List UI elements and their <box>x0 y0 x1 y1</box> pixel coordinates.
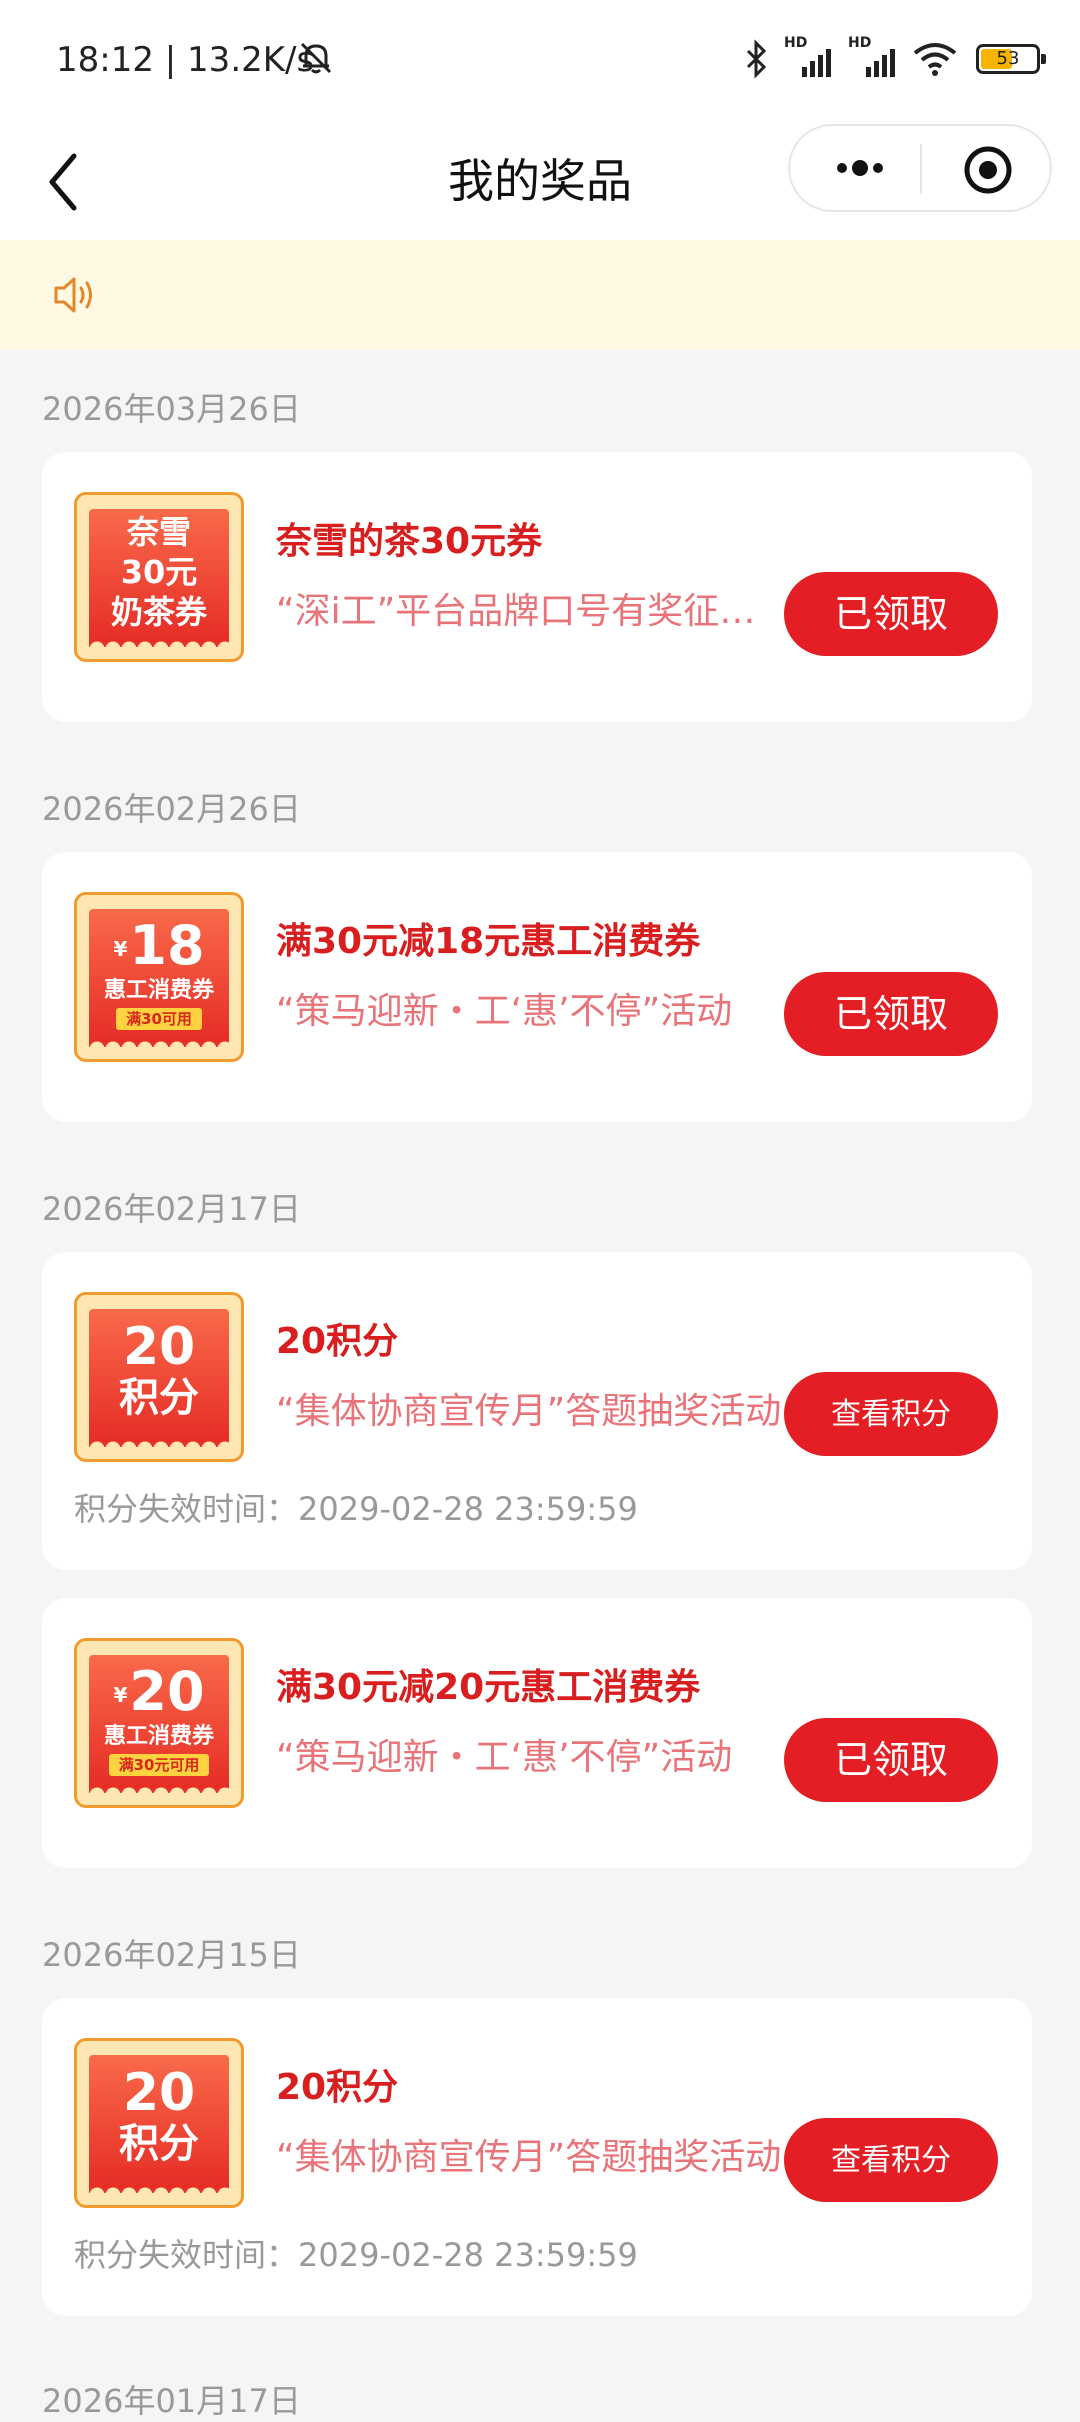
coupon-condition-tag: 满30元可用 <box>108 1754 210 1777</box>
points-amount: 20 <box>122 2063 196 2123</box>
view-points-button[interactable]: 查看积分 <box>784 2118 998 2202</box>
coupon-line-1: 奈雪 <box>126 513 191 551</box>
speaker-icon <box>54 277 92 313</box>
date-label: 2026年01月17日 <box>42 2382 301 2420</box>
prize-thumbnail: 20 积分 <box>74 1292 244 1462</box>
claimed-button[interactable]: 已领取 <box>784 1718 998 1802</box>
coupon-line-2: 30元 <box>120 553 198 591</box>
coupon-graphic: ¥18 惠工消费券 满30可用 <box>89 909 229 1047</box>
points-label: 积分 <box>119 2121 199 2167</box>
points-expire-time: 积分失效时间：2029-02-28 23:59:59 <box>74 2236 638 2274</box>
signal-icon-1: HD <box>784 35 834 77</box>
bluetooth-icon <box>746 39 767 79</box>
prize-card[interactable]: ¥18 惠工消费券 满30可用 满30元减18元惠工消费券 “策马迎新・工‘惠’… <box>42 852 1032 1122</box>
hd-label-1: HD <box>784 35 808 51</box>
view-points-button[interactable]: 查看积分 <box>784 1372 998 1456</box>
prize-description: “集体协商宣传月”答题抽奖活动 <box>276 1391 782 1432</box>
date-label: 2026年03月26日 <box>42 390 301 428</box>
date-label: 2026年02月17日 <box>42 1190 301 1228</box>
prize-name: 20积分 <box>276 2067 399 2108</box>
coupon-label: 惠工消费券 <box>103 1724 214 1750</box>
bell-off-icon <box>300 42 332 74</box>
points-label: 积分 <box>119 1375 199 1421</box>
date-label: 2026年02月15日 <box>42 1936 301 1974</box>
coupon-amount: 20 <box>129 1660 205 1723</box>
prize-thumbnail: ¥18 惠工消费券 满30可用 <box>74 892 244 1062</box>
claimed-button[interactable]: 已领取 <box>784 972 998 1056</box>
capsule-divider <box>920 144 922 194</box>
coupon-graphic: ¥20 惠工消费券 满30元可用 <box>89 1655 229 1793</box>
coupon-label: 惠工消费券 <box>103 978 214 1004</box>
prize-card[interactable]: 20 积分 20积分 “集体协商宣传月”答题抽奖活动 查看积分 积分失效时间：2… <box>42 1998 1032 2316</box>
coupon-condition-tag: 满30可用 <box>116 1008 202 1031</box>
coupon-line-3: 奶茶券 <box>110 593 207 631</box>
prize-name: 奈雪的茶30元券 <box>276 521 543 562</box>
prize-card[interactable]: 奈雪 30元 奶茶券 奈雪的茶30元券 “深i工”平台品牌口号有奖征集活动 已领… <box>42 452 1032 722</box>
signal-icon-2: HD <box>848 35 898 77</box>
more-dots-icon[interactable] <box>830 148 890 188</box>
points-expire-time: 积分失效时间：2029-02-28 23:59:59 <box>74 1490 638 1528</box>
status-bar: 18:12 | 13.2K/s HD HD 53 <box>0 0 1080 124</box>
hd-label-2: HD <box>848 35 872 51</box>
date-label: 2026年02月26日 <box>42 790 301 828</box>
points-graphic: 20 积分 <box>89 2055 229 2193</box>
prize-name: 满30元减18元惠工消费券 <box>276 921 701 962</box>
prize-thumbnail: ¥20 惠工消费券 满30元可用 <box>74 1638 244 1808</box>
prize-description: “策马迎新・工‘惠’不停”活动 <box>276 1737 733 1778</box>
prize-card[interactable]: 20 积分 20积分 “集体协商宣传月”答题抽奖活动 查看积分 积分失效时间：2… <box>42 1252 1032 1570</box>
prize-thumbnail: 奈雪 30元 奶茶券 <box>74 492 244 662</box>
prize-description: “策马迎新・工‘惠’不停”活动 <box>276 991 733 1032</box>
prize-name: 满30元减20元惠工消费券 <box>276 1667 701 1708</box>
points-amount: 20 <box>122 1317 196 1377</box>
wifi-icon <box>913 43 957 76</box>
nav-bar: 我的奖品 <box>0 124 1080 240</box>
prize-name: 20积分 <box>276 1321 399 1362</box>
battery-icon: 53 <box>976 44 1046 74</box>
prize-description: “深i工”平台品牌口号有奖征集活动 <box>276 591 786 632</box>
prize-description: “集体协商宣传月”答题抽奖活动 <box>276 2137 782 2178</box>
coupon-graphic: 奈雪 30元 奶茶券 <box>89 509 229 647</box>
mini-program-capsule <box>788 124 1052 212</box>
yen-symbol: ¥ <box>113 937 128 962</box>
battery-level: 53 <box>996 48 1020 69</box>
coupon-amount: 18 <box>129 914 205 977</box>
yen-symbol: ¥ <box>113 1683 128 1708</box>
claimed-button[interactable]: 已领取 <box>784 572 998 656</box>
status-time: 18:12 | 13.2K/s <box>56 40 315 80</box>
notice-bar <box>0 240 1080 350</box>
target-circle-icon[interactable] <box>962 144 1014 196</box>
points-graphic: 20 积分 <box>89 1309 229 1447</box>
prize-card[interactable]: ¥20 惠工消费券 满30元可用 满30元减20元惠工消费券 “策马迎新・工‘惠… <box>42 1598 1032 1868</box>
prize-thumbnail: 20 积分 <box>74 2038 244 2208</box>
status-icons: HD HD 53 <box>744 35 1046 82</box>
